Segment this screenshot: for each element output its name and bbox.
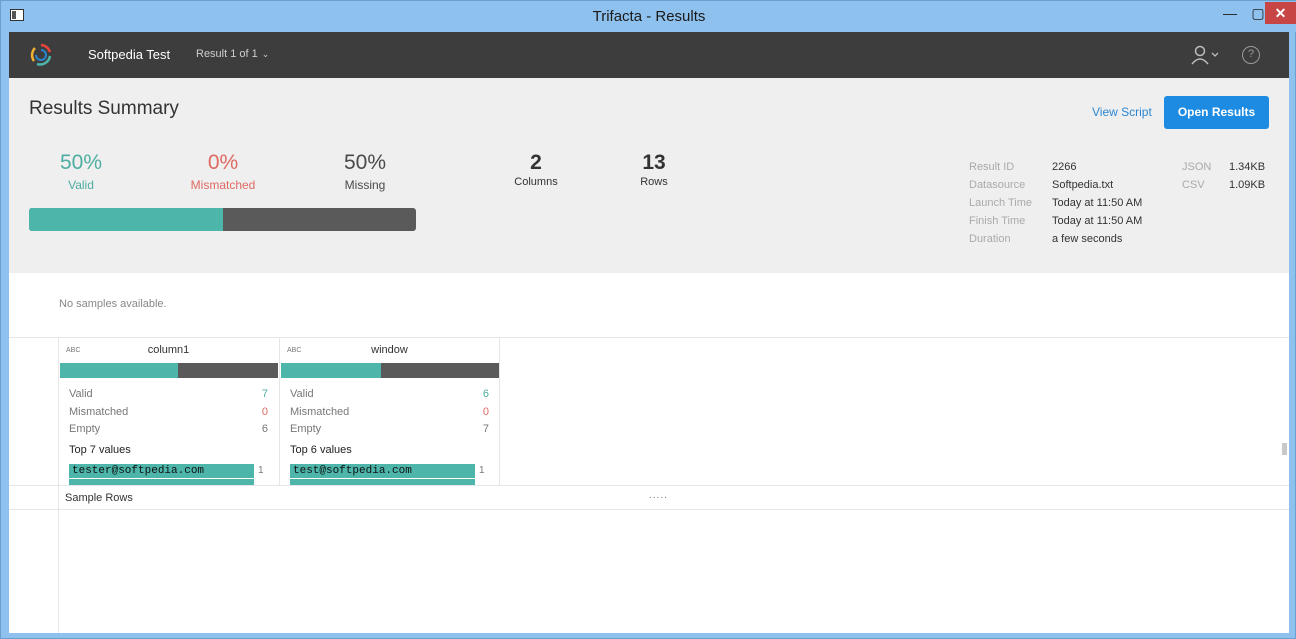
close-button[interactable]: ✕ <box>1265 2 1296 24</box>
top-value-bar[interactable]: tester@softpedia.com <box>69 464 254 478</box>
sample-rows-title: Sample Rows <box>65 492 133 504</box>
column-name: window <box>371 344 408 356</box>
missing-label: Missing <box>344 178 386 192</box>
column-valid-fill <box>60 363 178 378</box>
mismatched-label: Mismatched <box>69 406 129 418</box>
user-menu-icon[interactable] <box>1190 45 1220 65</box>
empty-count: 7 <box>482 423 489 435</box>
trifacta-logo-icon[interactable] <box>29 43 53 67</box>
mismatched-row: Mismatched 0 <box>290 406 489 418</box>
rows-label: Rows <box>640 176 668 188</box>
rows-count: 13 <box>642 151 666 174</box>
top-value-count: 1 <box>258 465 264 476</box>
missing-stat: 50% Missing <box>329 151 401 192</box>
valid-label: Valid <box>68 178 94 192</box>
open-results-button[interactable]: Open Results <box>1164 96 1269 129</box>
empty-row: Empty 6 <box>69 423 268 435</box>
data-quality-bar[interactable] <box>29 208 416 231</box>
valid-count: 6 <box>482 388 489 400</box>
datasource-label: Datasource <box>969 179 1026 191</box>
top-values-title: Top 7 values <box>69 444 131 456</box>
mismatched-label: Mismatched <box>190 178 256 192</box>
valid-row: Valid 6 <box>290 388 489 400</box>
result-id-label: Result ID <box>969 161 1015 173</box>
top-value-bar[interactable]: test@softpedia.com <box>290 464 475 478</box>
result-selector[interactable]: Result 1 of 1 ⌄ <box>196 48 269 60</box>
finish-time-label: Finish Time <box>969 215 1026 227</box>
empty-label: Empty <box>290 423 322 435</box>
app-header: Softpedia Test Result 1 of 1 ⌄ ? <box>9 32 1289 78</box>
app-window: Trifacta - Results — ▢ ✕ Softpedia Test … <box>0 0 1296 639</box>
valid-row: Valid 7 <box>69 388 268 400</box>
column-quality-bar[interactable] <box>281 363 499 378</box>
page-title: Results Summary <box>29 98 179 119</box>
columns-label: Columns <box>514 176 558 188</box>
column-profile-card[interactable]: ABC window Valid 6 Mismatched 0 Empty 7 Top… <box>280 338 499 485</box>
result-meta-values: 2266 Softpedia.txt Today at 11:50 AM Tod… <box>1052 158 1142 248</box>
app-content: Softpedia Test Result 1 of 1 ⌄ ? Results … <box>9 32 1289 633</box>
empty-label: Empty <box>69 423 101 435</box>
missing-percent: 50% <box>343 151 387 174</box>
empty-row: Empty 7 <box>290 423 489 435</box>
window-title: Trifacta - Results <box>592 8 706 25</box>
project-name[interactable]: Softpedia Test <box>88 47 170 62</box>
help-icon[interactable]: ? <box>1242 46 1260 64</box>
mismatched-stat: 0% Mismatched <box>179 151 267 192</box>
mismatched-count: 0 <box>482 406 489 418</box>
top-values-title: Top 6 values <box>290 444 352 456</box>
divider <box>499 337 500 485</box>
mismatched-count: 0 <box>261 406 268 418</box>
result-selector-label: Result 1 of 1 <box>196 48 258 60</box>
mismatched-row: Mismatched 0 <box>69 406 268 418</box>
csv-label: CSV <box>1182 179 1205 191</box>
columns-stat: 2 Columns <box>503 151 569 188</box>
column-name: column1 <box>147 344 190 356</box>
scrollbar-thumb[interactable] <box>1282 443 1287 455</box>
mismatched-percent: 0% <box>207 151 239 174</box>
results-summary: Results Summary View Script Open Results… <box>9 78 1289 273</box>
resize-handle[interactable]: ..... <box>649 490 668 501</box>
file-format-labels: JSON CSV <box>1182 158 1211 194</box>
datasource-value: Softpedia.txt <box>1052 179 1114 191</box>
result-id-value: 2266 <box>1052 161 1077 173</box>
file-size-values: 1.34KB 1.09KB <box>1229 158 1265 194</box>
rows-stat: 13 Rows <box>624 151 684 188</box>
minimize-button[interactable]: — <box>1216 2 1244 24</box>
valid-count: 7 <box>261 388 268 400</box>
view-script-link[interactable]: View Script <box>1092 105 1152 119</box>
launch-time-label: Launch Time <box>969 197 1032 209</box>
top-value-count: 1 <box>479 465 485 476</box>
column-quality-bar[interactable] <box>60 363 278 378</box>
empty-count: 6 <box>261 423 268 435</box>
result-meta-labels: Result ID Datasource Launch Time Finish … <box>969 158 1032 248</box>
json-size: 1.34KB <box>1229 161 1266 173</box>
columns-count: 2 <box>530 151 542 174</box>
duration-value: a few seconds <box>1052 233 1123 245</box>
divider <box>9 485 1289 486</box>
no-samples-message: No samples available. <box>59 298 167 310</box>
column-valid-fill <box>281 363 382 378</box>
divider <box>9 509 1289 510</box>
csv-size: 1.09KB <box>1229 179 1266 191</box>
finish-time-value: Today at 11:50 AM <box>1052 215 1143 227</box>
valid-stat: 50% Valid <box>41 151 121 192</box>
valid-bar-fill <box>29 208 223 231</box>
title-bar: Trifacta - Results — ▢ ✕ <box>1 1 1296 32</box>
chevron-down-icon: ⌄ <box>261 49 270 59</box>
column-profile-card[interactable]: ABC column1 Valid 7 Mismatched 0 Empty 6 To… <box>59 338 278 485</box>
valid-label: Valid <box>290 388 314 400</box>
mismatched-label: Mismatched <box>290 406 350 418</box>
json-label: JSON <box>1182 161 1212 173</box>
duration-label: Duration <box>969 233 1011 245</box>
launch-time-value: Today at 11:50 AM <box>1052 197 1143 209</box>
valid-label: Valid <box>69 388 93 400</box>
valid-percent: 50% <box>59 151 103 174</box>
